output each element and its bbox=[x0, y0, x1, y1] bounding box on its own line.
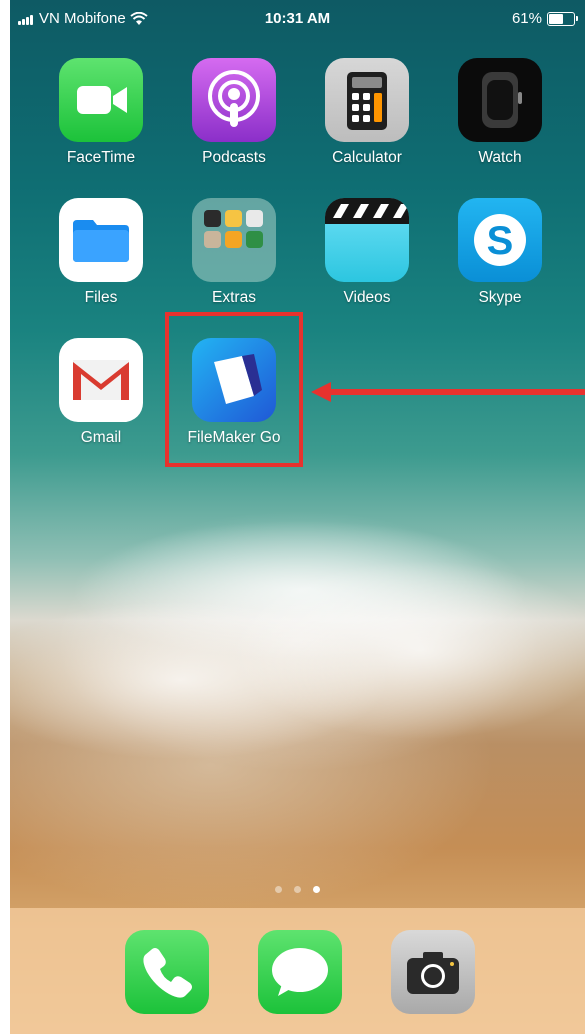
app-extras-folder[interactable]: Extras bbox=[179, 198, 289, 307]
files-icon bbox=[59, 198, 143, 282]
status-bar: VN Mobifone 10:31 AM 61% bbox=[10, 0, 585, 38]
app-videos[interactable]: Videos bbox=[312, 198, 422, 307]
battery-percent: 61% bbox=[511, 10, 542, 27]
app-facetime[interactable]: FaceTime bbox=[46, 58, 156, 167]
dock-app-phone[interactable] bbox=[112, 930, 222, 1014]
app-skype[interactable]: S Skype bbox=[445, 198, 555, 307]
app-calculator[interactable]: Calculator bbox=[312, 58, 422, 167]
skype-icon: S bbox=[458, 198, 542, 282]
gmail-icon bbox=[59, 338, 143, 422]
svg-text:S: S bbox=[487, 219, 514, 263]
app-watch[interactable]: Watch bbox=[445, 58, 555, 167]
pointer-arrow-icon bbox=[311, 382, 585, 402]
battery-icon bbox=[547, 11, 578, 26]
app-label: Extras bbox=[212, 289, 256, 306]
status-time: 10:31 AM bbox=[264, 10, 331, 27]
app-label: FaceTime bbox=[66, 149, 136, 166]
app-label: Watch bbox=[478, 149, 522, 166]
folder-icon bbox=[192, 198, 276, 282]
app-label: Files bbox=[84, 289, 118, 306]
app-label: Videos bbox=[343, 289, 391, 306]
calculator-icon bbox=[325, 58, 409, 142]
phone-icon bbox=[125, 930, 209, 1014]
videos-icon bbox=[325, 198, 409, 282]
page-dot bbox=[275, 886, 282, 893]
dock-app-messages[interactable] bbox=[245, 930, 355, 1014]
page-dot-current bbox=[313, 886, 320, 893]
highlight-box bbox=[165, 312, 303, 467]
home-screen: VN Mobifone 10:31 AM 61% FaceTime Podcas… bbox=[10, 0, 585, 1034]
messages-icon bbox=[258, 930, 342, 1014]
app-files[interactable]: Files bbox=[46, 198, 156, 307]
page-dot bbox=[294, 886, 301, 893]
dock bbox=[10, 908, 585, 1034]
app-label: Gmail bbox=[80, 429, 122, 446]
app-gmail[interactable]: Gmail bbox=[46, 338, 156, 447]
facetime-icon bbox=[59, 58, 143, 142]
page-indicator[interactable] bbox=[10, 886, 585, 893]
app-label: Podcasts bbox=[202, 149, 266, 166]
camera-icon bbox=[391, 930, 475, 1014]
app-podcasts[interactable]: Podcasts bbox=[179, 58, 289, 167]
dock-app-camera[interactable] bbox=[378, 930, 488, 1014]
watch-icon bbox=[458, 58, 542, 142]
podcasts-icon bbox=[192, 58, 276, 142]
app-label: Calculator bbox=[332, 149, 402, 166]
app-label: Skype bbox=[478, 289, 522, 306]
